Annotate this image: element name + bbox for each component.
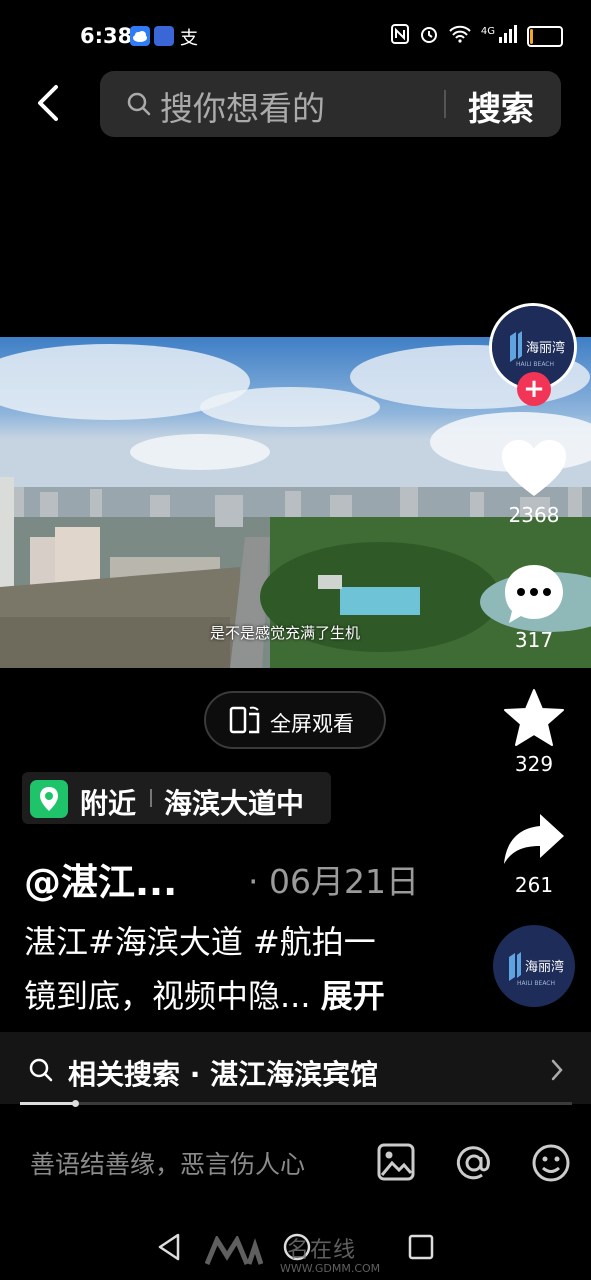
description-line-1: 湛江#海滨大道 #航拍一 xyxy=(24,923,376,961)
video-progress-track[interactable] xyxy=(20,1102,572,1105)
star-icon xyxy=(504,689,564,746)
video-progress-fill xyxy=(20,1102,75,1105)
search-divider xyxy=(444,90,446,118)
description-text: 镜到底，视频中隐... xyxy=(24,977,311,1015)
alarm-icon xyxy=(419,24,439,48)
video-progress-handle[interactable] xyxy=(72,1100,79,1107)
location-place: 海滨大道中 xyxy=(164,787,305,820)
like-button[interactable] xyxy=(500,438,568,500)
status-right-icons: 4G 11 xyxy=(390,24,563,48)
svg-text:HAILI BEACH: HAILI BEACH xyxy=(516,361,554,368)
related-search-label: 相关搜索 · 湛江海滨宾馆 xyxy=(68,1058,379,1091)
post-date: · 06月21日 xyxy=(248,862,419,901)
watermark: 名在线 xyxy=(204,1232,357,1266)
app-notification-icon xyxy=(154,26,174,46)
search-button[interactable]: 搜索 xyxy=(468,82,534,130)
rotate-screen-icon xyxy=(228,704,262,736)
status-time: 6:38 xyxy=(80,24,133,48)
nfc-icon xyxy=(390,24,409,48)
network-type: 4G xyxy=(480,25,495,37)
location-pin-icon xyxy=(30,780,68,818)
watermark-text: 名在线 xyxy=(287,1238,357,1263)
search-input[interactable]: 搜你想看的 xyxy=(160,82,325,130)
author-name[interactable]: @湛江... xyxy=(24,852,177,906)
video-caption: 是不是感觉充满了生机 xyxy=(210,624,361,642)
mention-icon[interactable] xyxy=(454,1143,494,1183)
wifi-icon xyxy=(449,25,471,47)
nav-back-icon[interactable] xyxy=(156,1232,182,1262)
weather-cloud-icon xyxy=(130,26,150,46)
haili-beach-logo: 海丽湾 HAILI BEACH xyxy=(509,952,564,987)
comment-input[interactable]: 善语结善缘，恶言伤人心 xyxy=(30,1145,305,1181)
watermark-url: WWW.GDMM.COM xyxy=(280,1262,381,1275)
post-description[interactable]: 湛江#海滨大道 #航拍一 镜到底，视频中隐... 展开 xyxy=(24,915,444,1023)
nav-recents-icon[interactable] xyxy=(408,1234,434,1260)
share-count: 261 xyxy=(514,873,554,897)
signal-icon xyxy=(499,25,517,47)
location-nearby-label: 附近 xyxy=(80,787,137,820)
svg-text:海丽湾: 海丽湾 xyxy=(526,340,565,356)
comment-bubble-icon xyxy=(505,565,563,623)
chevron-left-icon xyxy=(38,85,58,121)
music-disc[interactable]: 海丽湾 HAILI BEACH xyxy=(493,925,575,1007)
emoji-icon[interactable] xyxy=(531,1143,571,1183)
description-line-2: 镜到底，视频中隐... 展开 xyxy=(24,969,444,1023)
expand-button[interactable]: 展开 xyxy=(321,977,385,1015)
heart-icon xyxy=(502,440,566,496)
favorite-button[interactable] xyxy=(503,688,565,748)
status-bar: 6:38 支 4G 11 xyxy=(0,0,591,72)
watermark-logo xyxy=(204,1234,264,1265)
follow-button[interactable]: + xyxy=(517,372,551,406)
back-button[interactable] xyxy=(34,84,60,122)
alipay-icon: 支 xyxy=(180,28,198,49)
battery-icon: 11 xyxy=(527,25,563,47)
location-divider xyxy=(150,789,152,807)
share-arrow-icon xyxy=(504,814,564,864)
svg-text:海丽湾: 海丽湾 xyxy=(525,959,564,975)
battery-level: 11 xyxy=(535,26,555,42)
share-button[interactable] xyxy=(502,812,566,866)
svg-text:HAILI BEACH: HAILI BEACH xyxy=(517,980,555,987)
like-count: 2368 xyxy=(508,503,560,527)
image-picker-icon[interactable] xyxy=(377,1143,415,1181)
comment-button[interactable] xyxy=(503,563,565,625)
search-icon xyxy=(126,91,152,117)
chevron-right-icon xyxy=(550,1058,564,1082)
search-icon xyxy=(28,1057,54,1083)
favorite-count: 329 xyxy=(514,752,554,776)
comment-count: 317 xyxy=(514,628,554,652)
fullscreen-label: 全屏观看 xyxy=(270,712,354,736)
